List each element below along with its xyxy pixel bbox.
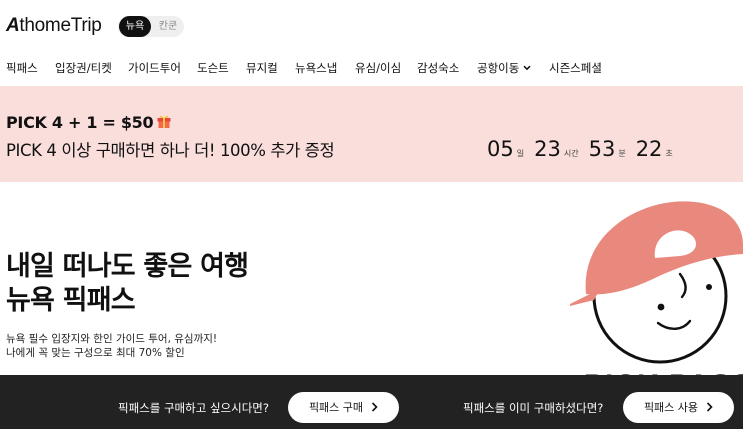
countdown-seconds: 22 — [635, 137, 663, 161]
site-logo[interactable]: AthomeTrip — [6, 15, 102, 37]
countdown-days: 05 — [487, 137, 514, 161]
buy-pickpass-button[interactable]: 픽패스 구매 — [288, 392, 399, 423]
nav-item-stay[interactable]: 감성숙소 — [417, 60, 459, 76]
chevron-down-icon — [523, 60, 531, 74]
nav-item-nysnap[interactable]: 뉴욕스냅 — [295, 60, 337, 76]
city-option-cancun[interactable]: 칸쿤 — [153, 16, 183, 37]
bottom-cta-bar: 픽패스를 구매하고 싶으시다면? 픽패스 구매 픽패스를 이미 구매하셨다면? … — [0, 375, 743, 429]
city-toggle[interactable]: 뉴욕 칸쿤 — [118, 16, 184, 37]
promo-title-text: PICK 4 + 1 = $50 — [6, 113, 154, 132]
promo-subtitle: PICK 4 이상 구매하면 하나 더! 100% 추가 증정 — [6, 141, 335, 160]
hero-title: 내일 떠나도 좋은 여행 뉴욕 픽패스 — [6, 250, 249, 318]
nav-item-season-special[interactable]: 시즌스페셜 — [549, 60, 602, 76]
hero-title-line1: 내일 떠나도 좋은 여행 — [6, 251, 249, 282]
countdown-minutes: 53 — [588, 137, 616, 161]
pickpass-mascot-illustration: PICK PASS — [560, 196, 743, 402]
chevron-right-icon — [706, 393, 713, 424]
nav-item-tickets[interactable]: 입장권/티켓 — [55, 60, 112, 76]
countdown-hours-unit: 시간 — [563, 149, 579, 158]
nav-item-guide-tour[interactable]: 가이드투어 — [128, 60, 181, 76]
main-nav: 픽패스 입장권/티켓 가이드투어 도슨트 뮤지컬 뉴욕스냅 유심/이심 감성숙소… — [0, 56, 743, 80]
buy-pickpass-button-label: 픽패스 구매 — [308, 401, 364, 414]
site-header: AthomeTrip 뉴욕 칸쿤 — [0, 0, 743, 50]
hero-desc-line1: 뉴욕 필수 입장지와 한인 가이드 투어, 유심까지! — [6, 333, 218, 345]
countdown-seconds-unit: 초 — [665, 149, 673, 158]
countdown-timer: 05 일 23 시간 53 분 22 초 — [487, 137, 683, 163]
hero-description: 뉴욕 필수 입장지와 한인 가이드 투어, 유심까지! 나에게 꼭 맞는 구성으… — [6, 332, 217, 360]
chevron-right-icon — [371, 393, 378, 424]
use-pickpass-button-label: 픽패스 사용 — [643, 401, 699, 414]
use-pickpass-button[interactable]: 픽패스 사용 — [623, 392, 734, 423]
nav-item-musical[interactable]: 뮤지컬 — [246, 60, 278, 76]
nav-item-airport-transfer-label: 공항이동 — [477, 61, 520, 75]
gift-icon — [156, 113, 172, 133]
buy-prompt-text: 픽패스를 구매하고 싶으시다면? — [118, 401, 269, 415]
hero-desc-line2: 나에게 꼭 맞는 구성으로 최대 70% 할인 — [6, 347, 185, 359]
city-option-newyork[interactable]: 뉴욕 — [119, 16, 151, 37]
countdown-days-unit: 일 — [516, 149, 525, 158]
promo-title: PICK 4 + 1 = $50 — [6, 113, 172, 133]
hero-title-line2: 뉴욕 픽패스 — [6, 285, 136, 316]
countdown-minutes-unit: 분 — [618, 149, 626, 158]
use-prompt-text: 픽패스를 이미 구매하셨다면? — [463, 401, 604, 415]
countdown-hours: 23 — [534, 137, 561, 161]
promo-banner[interactable]: PICK 4 + 1 = $50 PICK 4 이상 구매하면 하나 더! 10… — [0, 86, 743, 182]
nav-item-docent[interactable]: 도슨트 — [197, 60, 229, 76]
nav-item-usim-esim[interactable]: 유심/이심 — [355, 60, 401, 76]
nav-item-pickpass[interactable]: 픽패스 — [6, 60, 38, 76]
nav-item-airport-transfer[interactable]: 공항이동 — [477, 60, 531, 76]
